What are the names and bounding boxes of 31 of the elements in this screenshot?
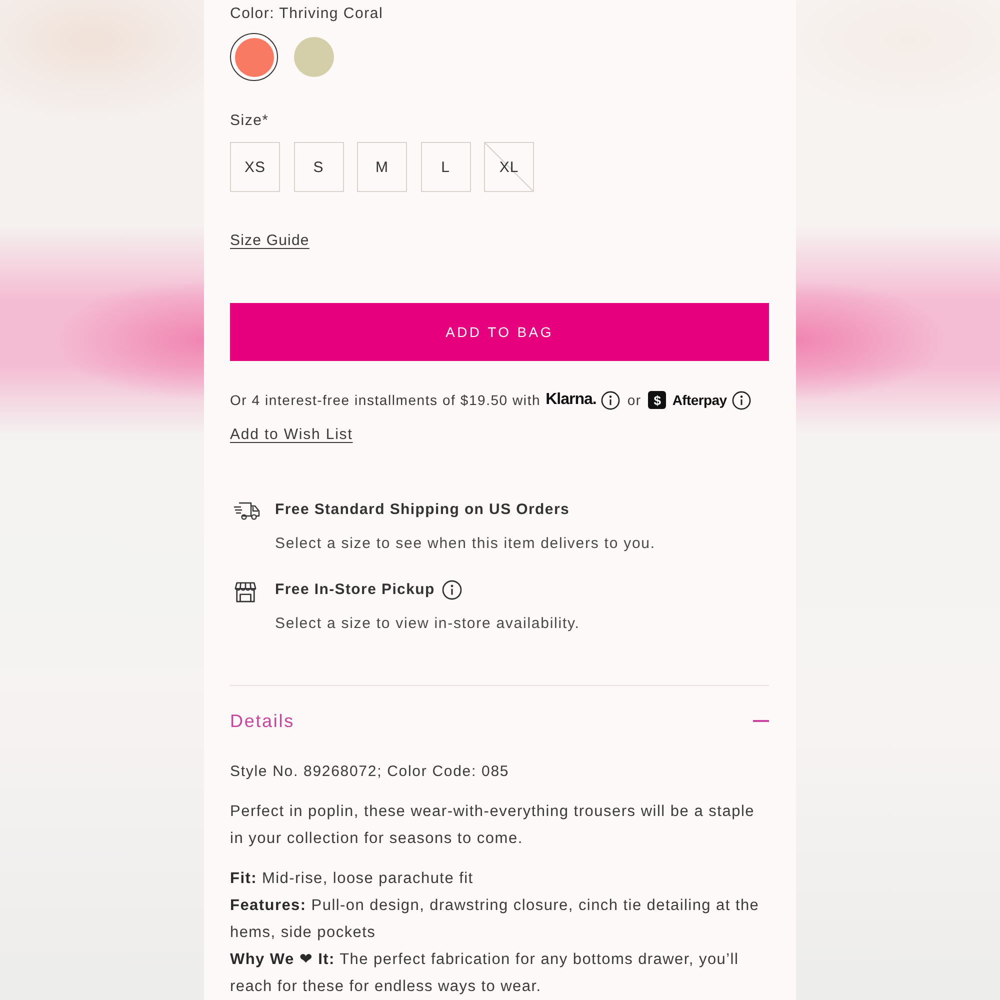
wish-list-link[interactable]: Add to Wish List — [230, 425, 353, 445]
size-option[interactable]: XL — [484, 142, 534, 192]
store-icon — [234, 580, 257, 603]
size-option[interactable]: XS — [230, 142, 280, 192]
info-icon[interactable] — [601, 390, 620, 410]
afterpay-logo: Afterpay — [672, 392, 727, 408]
fulfillment-note: Select a size to see when this item delivers to you. — [275, 534, 656, 554]
size-option[interactable]: L — [420, 142, 470, 192]
spec-text: Features: Pull-on design, drawstring closure, cinch tie detailing at the hems, side pockets — [230, 896, 760, 943]
size-option[interactable]: M — [357, 142, 407, 192]
add-to-bag-button[interactable]: ADD TO BAG — [230, 303, 769, 361]
details-heading[interactable]: Details — [230, 709, 294, 733]
color-swatch[interactable] — [230, 33, 278, 81]
size-label: Size* — [230, 111, 269, 131]
style-number-text: Style No. 89268072; Color Code: 085 — [230, 762, 510, 782]
fulfillment-note: Select a size to view in-store availability. — [275, 614, 580, 634]
spec-text: Fit: Mid-rise, loose parachute fit — [230, 869, 474, 889]
description-text: Perfect in poplin, these wear-with-everything trousers will be a staple in your collection for seasons to come. — [230, 802, 756, 849]
info-icon[interactable] — [732, 390, 751, 410]
truck-icon — [233, 501, 261, 521]
color-label: Color: Thriving Coral — [230, 4, 384, 24]
spec-text: Why We ❤ It: The perfect fabrication for any bottoms drawer, you’ll reach for these for endless ways to wear. — [230, 950, 740, 997]
installments-text: Or 4 interest-free installments of $19.50 with — [230, 392, 541, 408]
klarna-logo: Klarna. — [546, 391, 596, 409]
dollar-badge: $ — [648, 391, 666, 409]
or-text: or — [627, 392, 642, 408]
size-guide-link[interactable]: Size Guide — [230, 231, 310, 251]
info-icon[interactable] — [442, 580, 462, 600]
fulfillment-title: Free Standard Shipping on US Orders — [275, 500, 570, 520]
size-option[interactable]: S — [294, 142, 344, 192]
fulfillment-title: Free In-Store Pickup — [275, 580, 435, 600]
